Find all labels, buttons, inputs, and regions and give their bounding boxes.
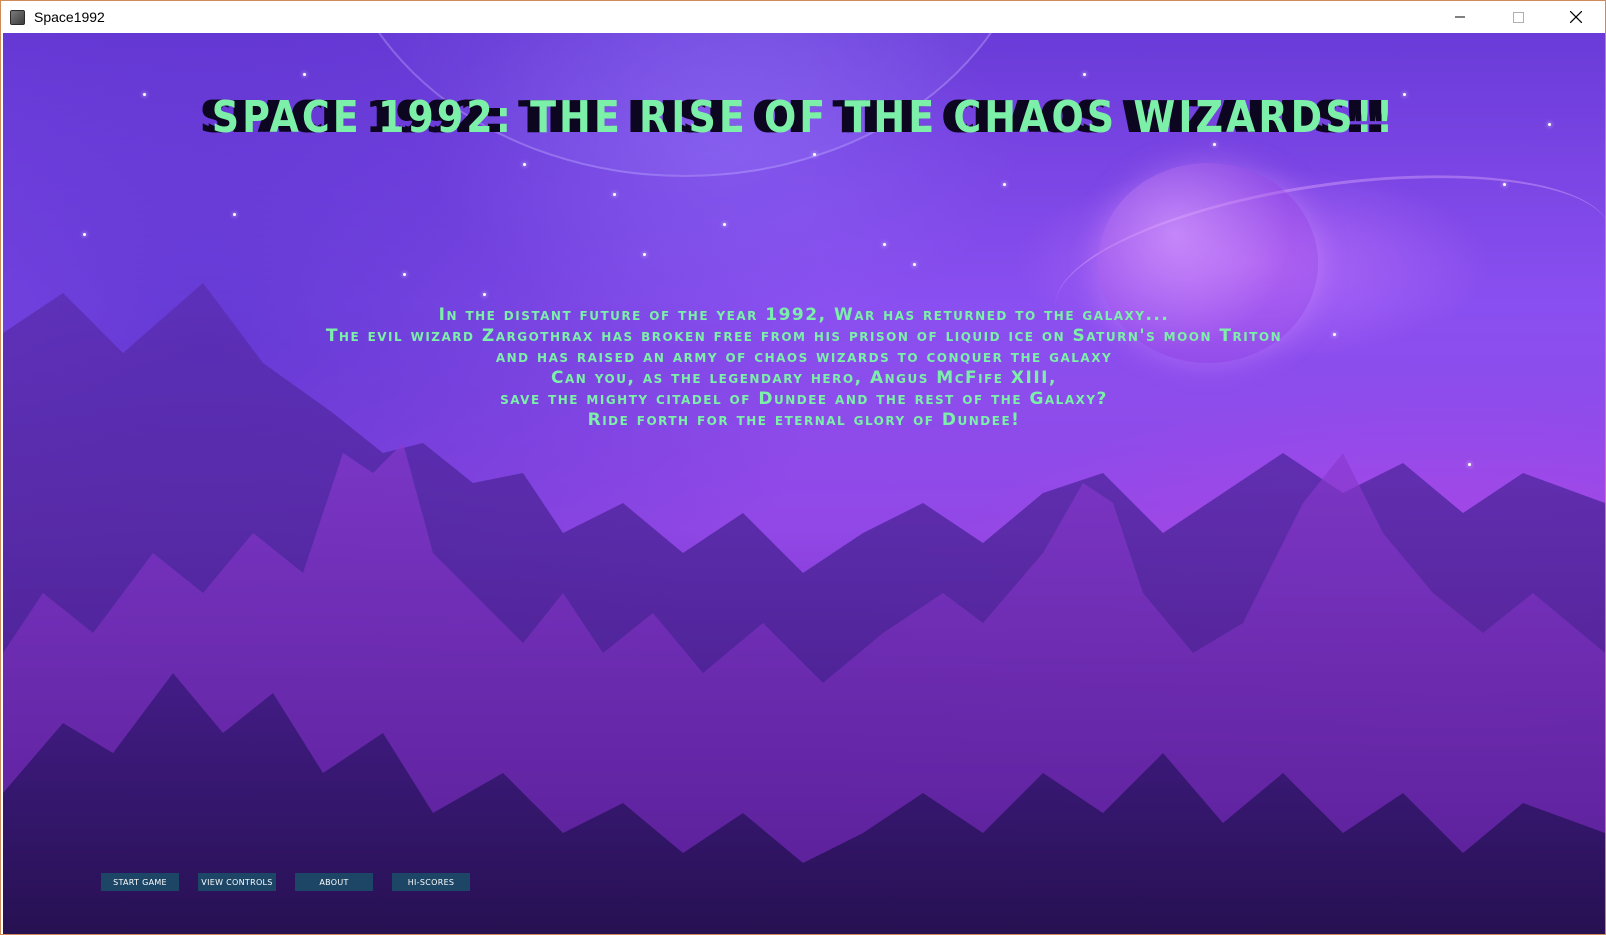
title-container: Space 1992: The Rise of the Chaos Wizard… xyxy=(3,92,1605,143)
main-menu: START GAME VIEW CONTROLS ABOUT HI-SCORES xyxy=(101,873,470,891)
intro-line: save the mighty citadel of Dundee and th… xyxy=(500,389,1108,409)
intro-line: The evil wizard Zargothrax has broken fr… xyxy=(325,326,1283,346)
maximize-icon xyxy=(1512,11,1524,23)
game-canvas[interactable]: Space 1992: The Rise of the Chaos Wizard… xyxy=(3,33,1605,934)
game-window: Space1992 SPACE 1992: THE RISE OF THE CH… xyxy=(0,0,1606,935)
window-title: Space1992 xyxy=(34,9,105,25)
close-button[interactable] xyxy=(1547,1,1605,33)
close-icon xyxy=(1570,11,1582,23)
minimize-icon xyxy=(1455,16,1465,18)
start-game-button[interactable]: START GAME xyxy=(101,873,179,891)
intro-text: In the distant future of the year 1992, … xyxy=(3,305,1605,431)
about-button[interactable]: ABOUT xyxy=(295,873,373,891)
intro-line: and has raised an army of chaos wizards … xyxy=(495,347,1113,367)
maximize-button[interactable] xyxy=(1489,1,1547,33)
hi-scores-button[interactable]: HI-SCORES xyxy=(392,873,470,891)
minimize-button[interactable] xyxy=(1431,1,1489,33)
intro-line: Ride forth for the eternal glory of Dund… xyxy=(587,410,1021,430)
view-controls-button[interactable]: VIEW CONTROLS xyxy=(198,873,276,891)
intro-line: Can you, as the legendary hero, Angus Mc… xyxy=(551,368,1057,388)
app-icon xyxy=(10,9,25,25)
game-title: Space 1992: The Rise of the Chaos Wizard… xyxy=(211,91,1397,143)
alien-mountains xyxy=(3,283,1605,934)
title-bar[interactable]: Space1992 xyxy=(1,1,1605,33)
window-controls xyxy=(1431,1,1605,33)
intro-line: In the distant future of the year 1992, … xyxy=(438,305,1170,325)
